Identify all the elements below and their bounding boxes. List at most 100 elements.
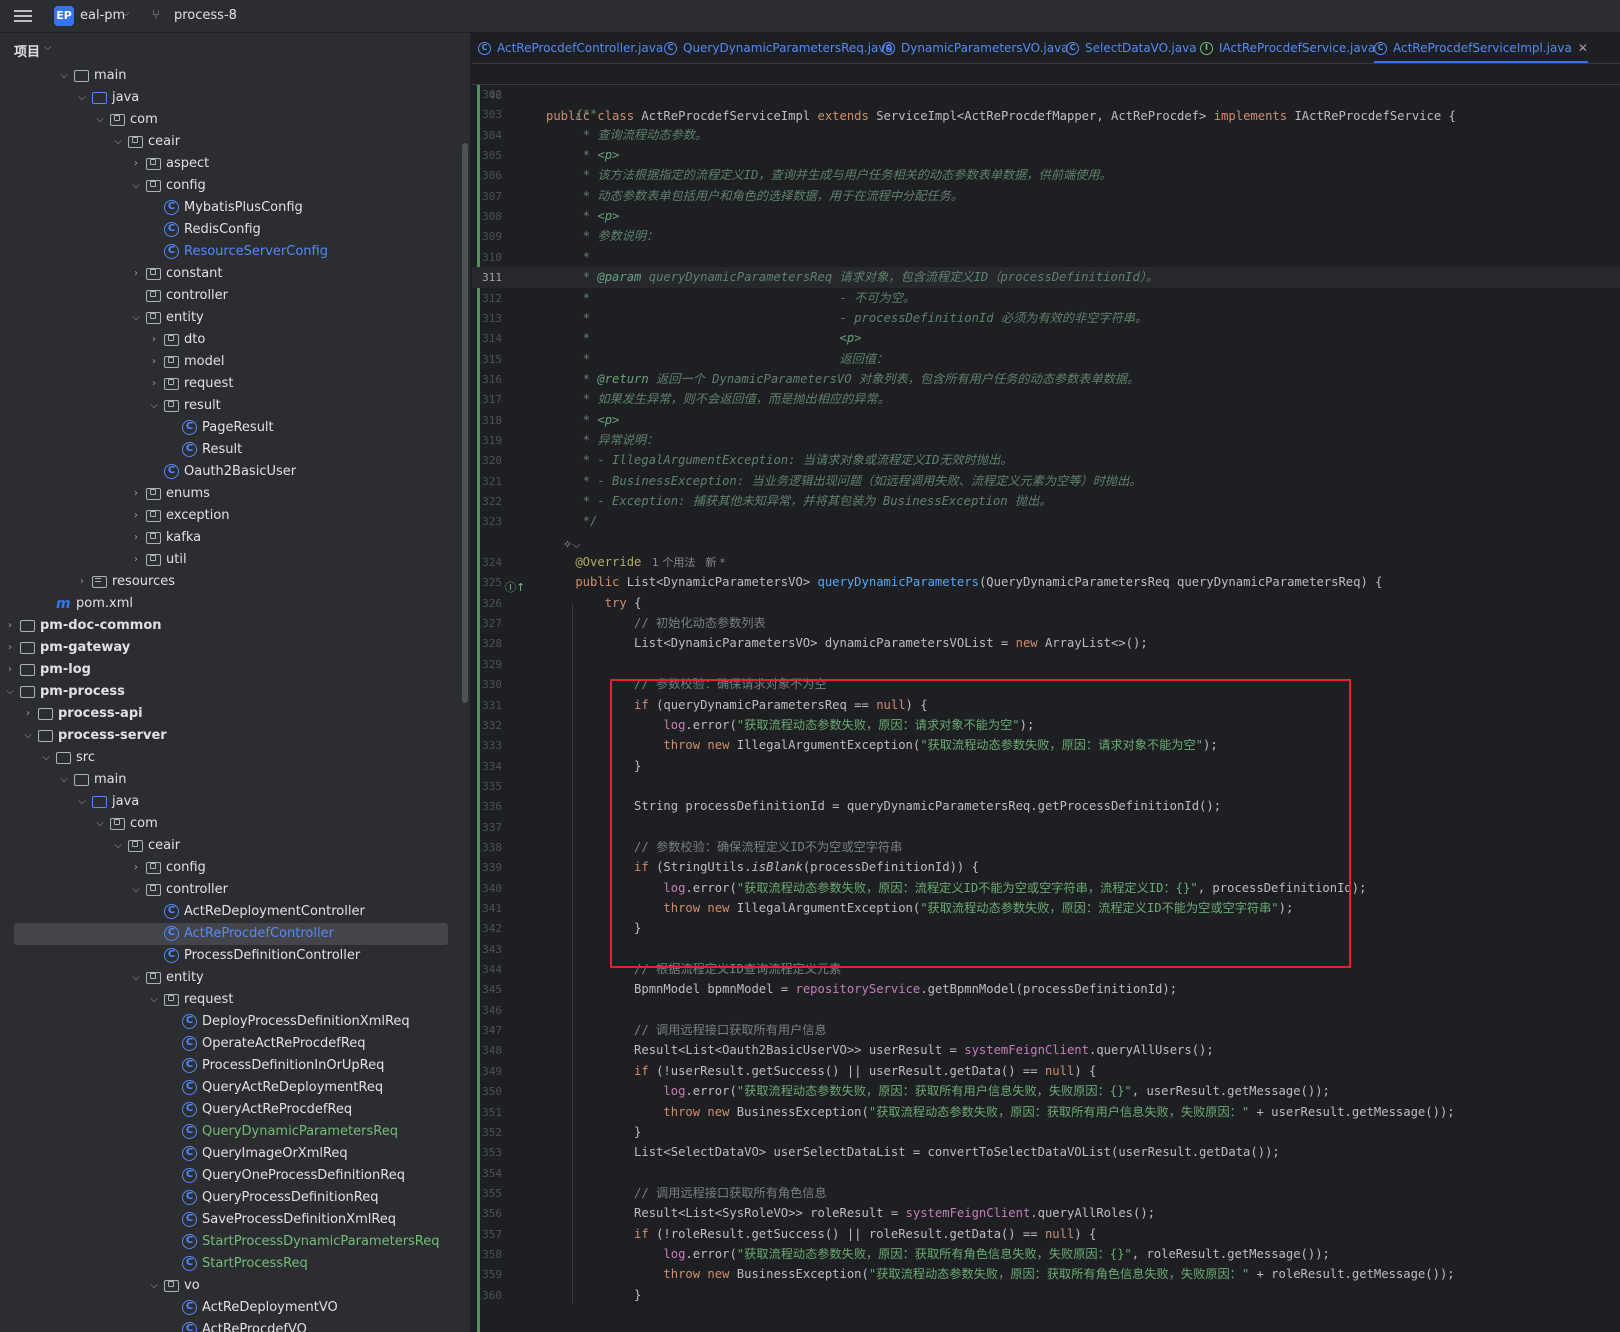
- ai-sparkle-icon[interactable]: ✧⌵: [563, 538, 581, 552]
- tree-item[interactable]: ⌵ ceair: [0, 131, 462, 153]
- chevron-down-icon[interactable]: ⌵: [22, 725, 34, 747]
- tree-item[interactable]: C QueryProcessDefinitionReq: [0, 1187, 462, 1209]
- chevron-down-icon[interactable]: ⌵: [122, 8, 130, 19]
- chevron-right-icon[interactable]: ›: [148, 351, 160, 373]
- code-line[interactable]: 351 throw new BusinessException("获取流程动态参…: [472, 1102, 1620, 1123]
- tree-item[interactable]: C OperateActReProcdefReq: [0, 1033, 462, 1055]
- tree-item[interactable]: C SaveProcessDefinitionXmlReq: [0, 1209, 462, 1231]
- tree-item[interactable]: C ActReDeploymentVO: [0, 1297, 462, 1319]
- chevron-down-icon[interactable]: ⌵: [229, 8, 237, 19]
- usages-inlay-hint[interactable]: 1 个用法: [641, 556, 696, 569]
- code-line[interactable]: 337: [472, 817, 1620, 838]
- tree-item[interactable]: C Oauth2BasicUser: [0, 461, 462, 483]
- code-line[interactable]: 344 // 根据流程定义ID查询流程定义元素: [472, 959, 1620, 980]
- tree-item[interactable]: › aspect: [0, 153, 462, 175]
- editor-tab[interactable]: C SelectDataVO.java: [1066, 33, 1197, 63]
- close-icon[interactable]: ✕: [1578, 41, 1588, 55]
- tree-item[interactable]: ⌵ result: [0, 395, 462, 417]
- code-line[interactable]: 347 // 调用远程接口获取所有用户信息: [472, 1020, 1620, 1041]
- code-line[interactable]: 327 // 初始化动态参数列表: [472, 613, 1620, 634]
- chevron-right-icon[interactable]: ›: [148, 329, 160, 351]
- code-line[interactable]: 341 throw new IllegalArgumentException("…: [472, 898, 1620, 919]
- code-line[interactable]: 338 // 参数校验：确保流程定义ID不为空或空字符串: [472, 837, 1620, 858]
- tree-item[interactable]: C MybatisPlusConfig: [0, 197, 462, 219]
- code-line[interactable]: 346: [472, 1000, 1620, 1021]
- editor-tab[interactable]: I IActReProcdefService.java: [1200, 33, 1375, 63]
- tree-item[interactable]: ⌵ process-server: [0, 725, 462, 747]
- code-line[interactable]: 325 public List<DynamicParametersVO> que…: [472, 572, 1620, 593]
- code-line[interactable]: 339 if (StringUtils.isBlank(processDefin…: [472, 857, 1620, 878]
- chevron-down-icon[interactable]: ⌵: [76, 791, 88, 813]
- tree-item[interactable]: ⌵ ceair: [0, 835, 462, 857]
- tree-item[interactable]: C QueryImageOrXmlReq: [0, 1143, 462, 1165]
- editor-tab[interactable]: C QueryDynamicParametersReq.java: [664, 33, 893, 63]
- tree-item[interactable]: C StartProcessDynamicParametersReq: [0, 1231, 462, 1253]
- tree-item[interactable]: › constant: [0, 263, 462, 285]
- code-line[interactable]: 320 * - IllegalArgumentException: 当请求对象或…: [472, 450, 1620, 471]
- tree-item[interactable]: C ProcessDefinitionController: [0, 945, 462, 967]
- code-line[interactable]: 343: [472, 939, 1620, 960]
- tree-item[interactable]: › pm-log: [0, 659, 462, 681]
- panel-title[interactable]: 项目: [14, 41, 40, 60]
- chevron-down-icon[interactable]: ⌵: [44, 42, 52, 53]
- code-line[interactable]: 355 // 调用远程接口获取所有角色信息: [472, 1183, 1620, 1204]
- tree-item[interactable]: C ActReProcdefController: [14, 923, 448, 945]
- tree-item[interactable]: C QueryOneProcessDefinitionReq: [0, 1165, 462, 1187]
- tree-item[interactable]: ⌵ vo: [0, 1275, 462, 1297]
- code-line[interactable]: 360 }: [472, 1285, 1620, 1306]
- tree-item[interactable]: m pom.xml: [0, 593, 462, 615]
- tree-item[interactable]: C ActReProcdefVO: [0, 1319, 462, 1332]
- code-line[interactable]: 329: [472, 654, 1620, 675]
- code-line[interactable]: 306 * 该方法根据指定的流程定义ID，查询并生成与用户任务相关的动态参数表单…: [472, 165, 1620, 186]
- code-line[interactable]: 353 List<SelectDataVO> userSelectDataLis…: [472, 1142, 1620, 1163]
- chevron-down-icon[interactable]: ⌵: [94, 109, 106, 131]
- code-line[interactable]: 321 * - BusinessException: 当业务逻辑出现问题（如远程…: [472, 471, 1620, 492]
- tree-item[interactable]: ⌵ main: [0, 65, 462, 87]
- tree-item[interactable]: › pm-gateway: [0, 637, 462, 659]
- code-line[interactable]: 356 Result<List<SysRoleVO>> roleResult =…: [472, 1203, 1620, 1224]
- code-line[interactable]: 352 }: [472, 1122, 1620, 1143]
- chevron-right-icon[interactable]: ›: [130, 263, 142, 285]
- tree-item[interactable]: › config: [0, 857, 462, 879]
- chevron-down-icon[interactable]: ⌵: [148, 395, 160, 417]
- chevron-right-icon[interactable]: ›: [130, 857, 142, 879]
- code-line[interactable]: 304 * 查询流程动态参数。: [472, 125, 1620, 146]
- code-line[interactable]: 317 * 如果发生异常，则不会返回值，而是抛出相应的异常。: [472, 389, 1620, 410]
- tree-item[interactable]: C QueryActReProcdefReq: [0, 1099, 462, 1121]
- chevron-right-icon[interactable]: ›: [130, 527, 142, 549]
- chevron-down-icon[interactable]: ⌵: [112, 131, 124, 153]
- code-line[interactable]: 319 * 异常说明：: [472, 430, 1620, 451]
- code-line[interactable]: 305 * <p>: [472, 145, 1620, 166]
- tree-item[interactable]: controller: [0, 285, 462, 307]
- code-line[interactable]: 333 throw new IllegalArgumentException("…: [472, 735, 1620, 756]
- chevron-down-icon[interactable]: ⌵: [130, 967, 142, 989]
- code-editor[interactable]: 46 public class ActReProcdefServiceImpl …: [472, 64, 1620, 1332]
- chevron-right-icon[interactable]: ›: [4, 615, 16, 637]
- code-line[interactable]: 349 if (!userResult.getSuccess() || user…: [472, 1061, 1620, 1082]
- tree-item[interactable]: ⌵ config: [0, 175, 462, 197]
- code-line[interactable]: 309 * 参数说明：: [472, 226, 1620, 247]
- tree-item[interactable]: C ResourceServerConfig: [0, 241, 462, 263]
- tree-item[interactable]: ⌵ com: [0, 813, 462, 835]
- chevron-down-icon[interactable]: ⌵: [40, 747, 52, 769]
- code-line[interactable]: 307 * 动态参数表单包括用户和角色的选择数据，用于在流程中分配任务。: [472, 186, 1620, 207]
- chevron-right-icon[interactable]: ›: [130, 549, 142, 571]
- chevron-right-icon[interactable]: ›: [4, 659, 16, 681]
- code-line[interactable]: 326 try {: [472, 593, 1620, 614]
- chevron-right-icon[interactable]: ›: [148, 373, 160, 395]
- code-line[interactable]: 354: [472, 1163, 1620, 1184]
- tree-item[interactable]: ⌵ src: [0, 747, 462, 769]
- code-line[interactable]: 358 log.error("获取流程动态参数失败，原因：获取所有角色信息失败，…: [472, 1244, 1620, 1265]
- chevron-down-icon[interactable]: ⌵: [130, 879, 142, 901]
- tree-item[interactable]: C RedisConfig: [0, 219, 462, 241]
- tree-item[interactable]: › resources: [0, 571, 462, 593]
- code-line[interactable]: 336 String processDefinitionId = queryDy…: [472, 796, 1620, 817]
- code-line[interactable]: 308 * <p>: [472, 206, 1620, 227]
- code-line[interactable]: 323 */: [472, 511, 1620, 532]
- code-line[interactable]: 332 log.error("获取流程动态参数失败，原因：请求对象不能为空");: [472, 715, 1620, 736]
- tree-item[interactable]: ⌵ java: [0, 87, 462, 109]
- code-line[interactable]: 318 * <p>: [472, 410, 1620, 431]
- code-line[interactable]: 334 }: [472, 756, 1620, 777]
- chevron-down-icon[interactable]: ⌵: [58, 769, 70, 791]
- chevron-right-icon[interactable]: ›: [130, 153, 142, 175]
